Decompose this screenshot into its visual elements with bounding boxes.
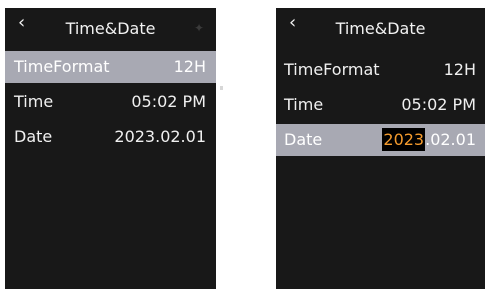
row-value: 12H	[443, 60, 476, 79]
row-value: 05:02 PM	[131, 92, 206, 111]
row-time-format[interactable]: TimeFormat 12H	[5, 51, 216, 83]
row-value: 2023.02.01	[114, 127, 206, 146]
row-value: 05:02 PM	[401, 95, 476, 114]
divider-mark	[220, 86, 223, 90]
row-date[interactable]: Date 2023.02.01	[5, 121, 216, 153]
row-label: TimeFormat	[284, 60, 380, 79]
screen-title: Time&Date	[335, 19, 426, 38]
row-value: 12H	[173, 57, 206, 76]
row-time[interactable]: Time 05:02 PM	[276, 89, 485, 121]
row-label: Time	[14, 92, 54, 111]
status-icon: ✦	[193, 21, 204, 35]
row-time[interactable]: Time 05:02 PM	[5, 86, 216, 118]
row-label: Time	[284, 95, 324, 114]
row-time-format[interactable]: TimeFormat 12H	[276, 54, 485, 86]
title-bar: ‹ Time&Date	[276, 8, 485, 48]
date-remainder: .02.01	[425, 130, 476, 149]
screen-time-date-left: ‹ Time&Date ✦ TimeFormat 12H Time 05:02 …	[5, 8, 216, 289]
row-label: Date	[284, 130, 323, 149]
title-bar: ‹ Time&Date ✦	[5, 8, 216, 48]
screen-time-date-right: ‹ Time&Date TimeFormat 12H Time 05:02 PM…	[276, 8, 485, 289]
row-label: Date	[14, 127, 53, 146]
row-label: TimeFormat	[14, 57, 110, 76]
year-edit-segment[interactable]: 2023	[382, 128, 426, 151]
row-date[interactable]: Date 2023.02.01	[276, 124, 485, 156]
row-value-editing[interactable]: 2023.02.01	[382, 124, 476, 156]
screen-title: Time&Date	[65, 19, 156, 38]
